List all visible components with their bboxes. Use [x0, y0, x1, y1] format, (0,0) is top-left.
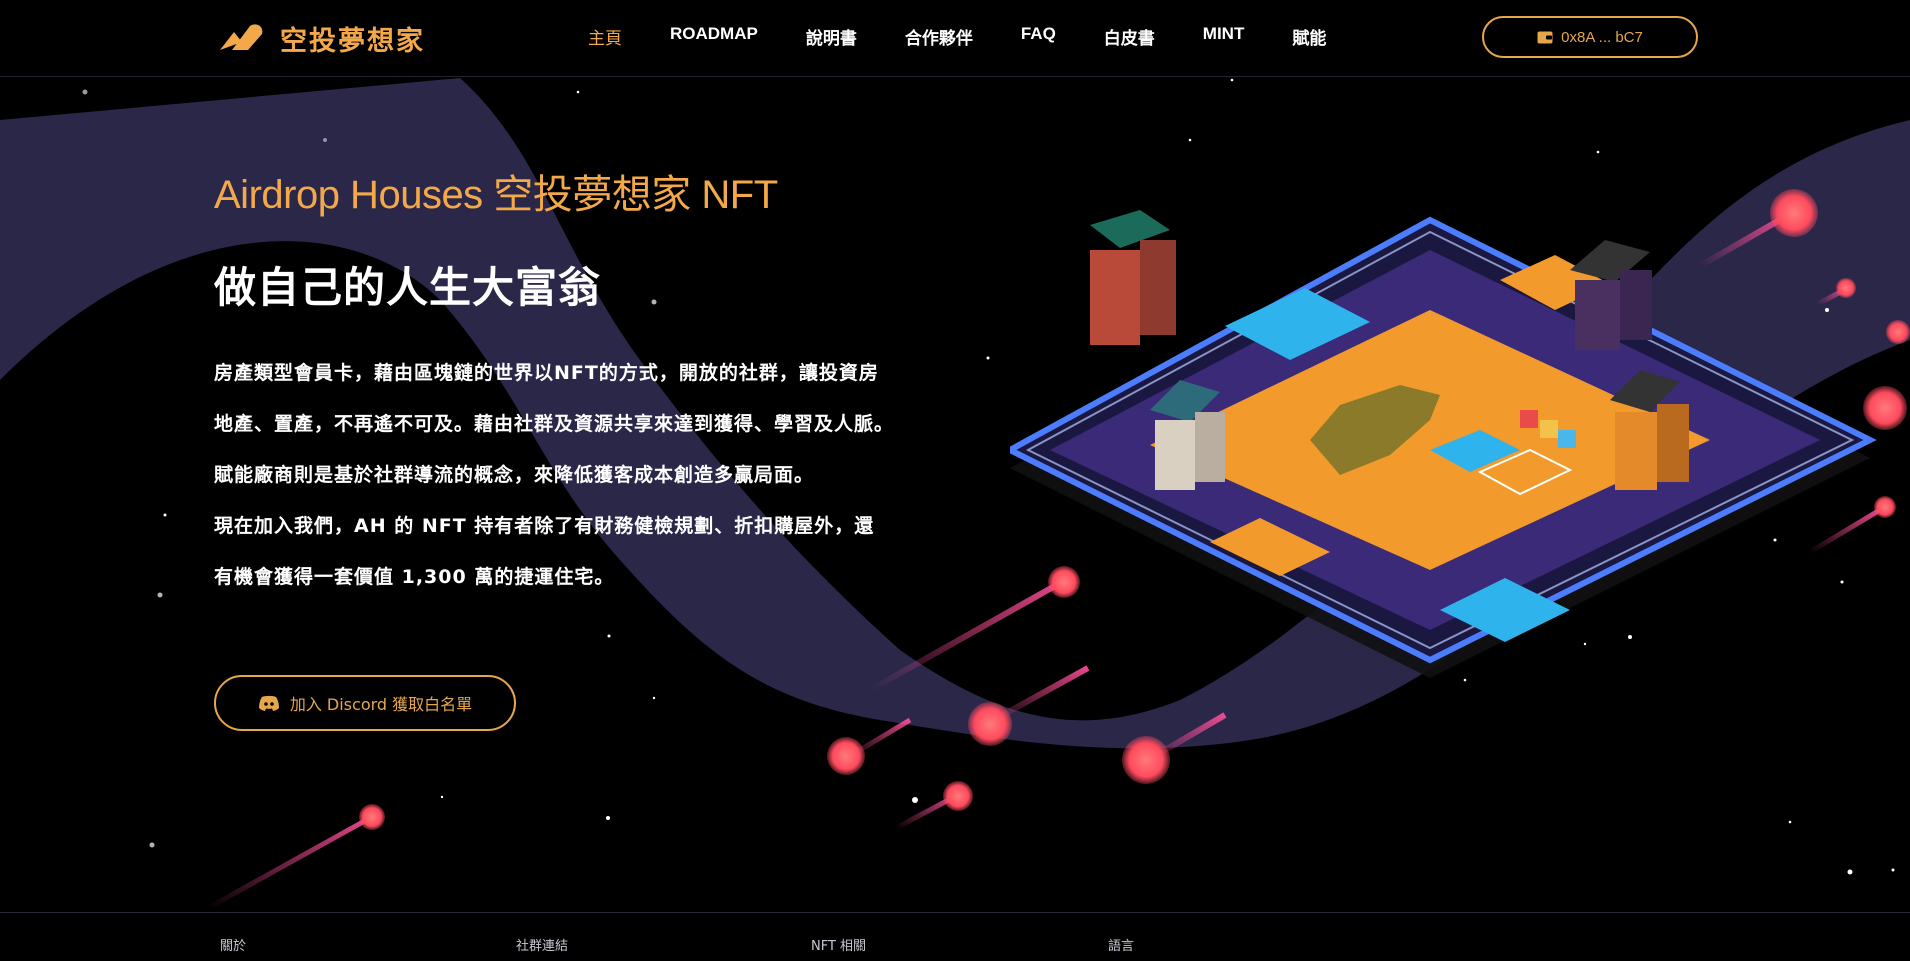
nav-item-whitepaper[interactable]: 白皮書	[1104, 24, 1155, 49]
nav-item-manual[interactable]: 說明書	[806, 24, 857, 49]
wallet-address: 0x8A ... bC7	[1561, 28, 1643, 46]
hero-paragraph: 現在加入我們，AH 的 NFT 持有者除了有財務健檢規劃、折扣購屋外，還有機會獲…	[214, 515, 875, 588]
footer-about[interactable]: 關於	[220, 935, 246, 954]
site-logo[interactable]: 空投夢想家	[218, 20, 425, 57]
house-1	[1090, 210, 1176, 345]
top-navbar: 空投夢想家 主頁 ROADMAP 說明書 合作夥伴 FAQ 白皮書 MINT 賦…	[0, 0, 1910, 77]
join-discord-button[interactable]: 加入 Discord 獲取白名單	[214, 675, 516, 731]
wallet-icon	[1537, 31, 1553, 43]
footer-language[interactable]: 語言	[1108, 935, 1134, 954]
wallet-button[interactable]: 0x8A ... bC7	[1482, 16, 1698, 58]
nav-item-empower[interactable]: 賦能	[1292, 24, 1326, 49]
footer-social-links[interactable]: 社群連結	[516, 935, 568, 954]
footer: 關於 社群連結 NFT 相關 語言	[0, 912, 1910, 961]
house-2	[1570, 240, 1652, 350]
main-nav: 主頁 ROADMAP 說明書 合作夥伴 FAQ 白皮書 MINT 賦能	[588, 24, 1374, 49]
game-board-illustration	[1010, 210, 1877, 678]
logo-icon	[220, 24, 263, 50]
discord-icon	[258, 695, 279, 711]
nav-item-roadmap[interactable]: ROADMAP	[670, 24, 758, 49]
nav-item-home[interactable]: 主頁	[588, 24, 622, 49]
footer-nft-related[interactable]: NFT 相關	[811, 935, 866, 954]
nav-item-mint[interactable]: MINT	[1203, 24, 1245, 49]
nav-item-faq[interactable]: FAQ	[1021, 24, 1056, 49]
nav-item-partners[interactable]: 合作夥伴	[905, 24, 973, 49]
hero-paragraph: 房產類型會員卡，藉由區塊鏈的世界以NFT的方式，開放的社群，讓投資房地產、置產，…	[214, 362, 895, 486]
join-discord-label: 加入 Discord 獲取白名單	[289, 695, 473, 714]
logo-text: 空投夢想家	[280, 25, 425, 57]
hero-subtitle: 做自己的人生大富翁	[214, 263, 602, 312]
hero-description: 房產類型會員卡，藉由區塊鏈的世界以NFT的方式，開放的社群，讓投資房地產、置產，…	[214, 348, 894, 603]
hero-title: Airdrop Houses 空投夢想家 NFT	[214, 173, 778, 217]
